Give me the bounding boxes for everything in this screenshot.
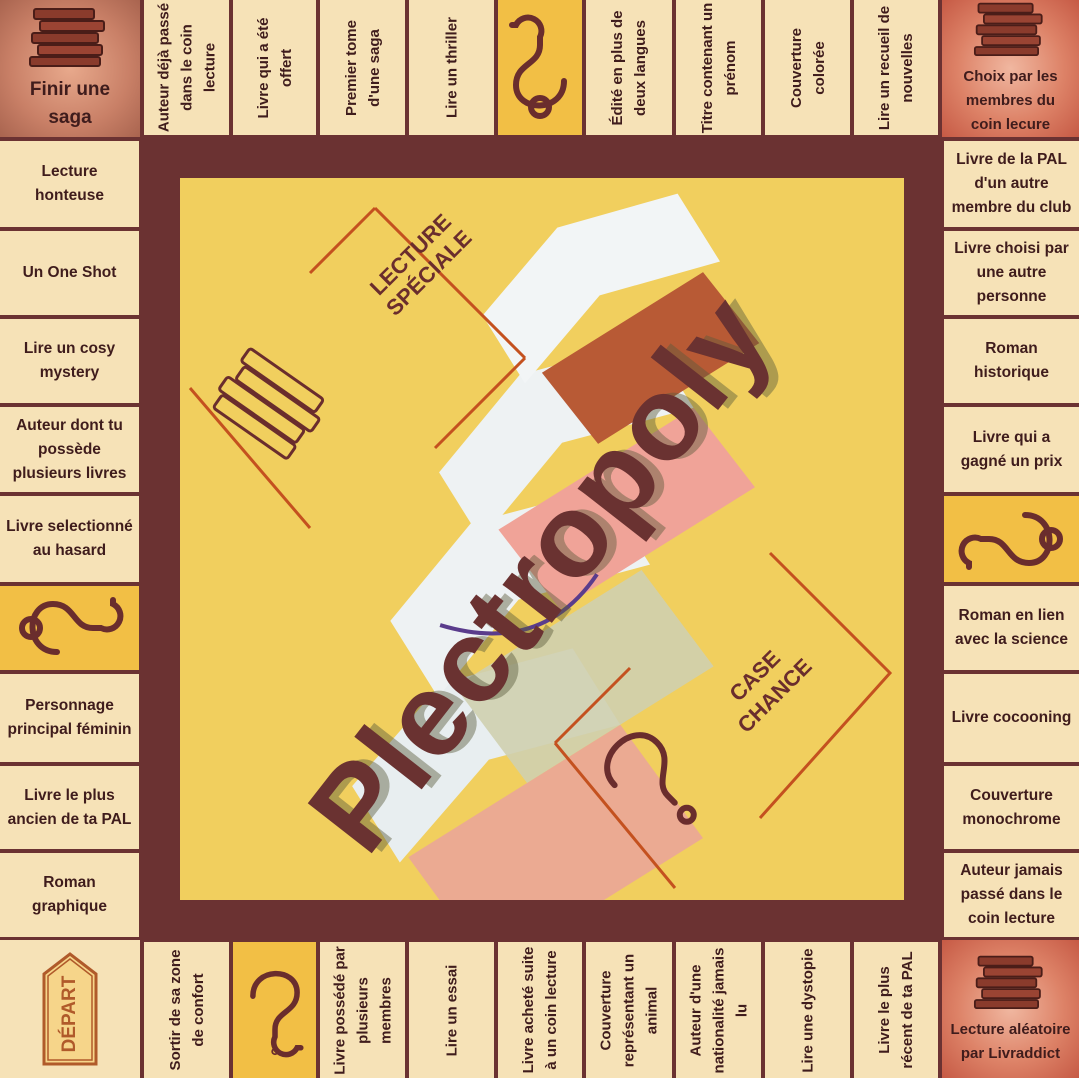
cell-label: Roman historique (974, 340, 1049, 381)
right-cell-7[interactable]: Livre cocooning (944, 674, 1079, 762)
cell-label: Auteur d'une nationalité jamais lu (687, 947, 750, 1073)
cell-label: Auteur déjà passé dans le coin lecture (155, 2, 218, 133)
cell-label: Livre qui a gagné un prix (960, 428, 1063, 470)
cell-label: Livre le plus ancien de ta PAL (7, 786, 132, 828)
question-mark-icon (958, 512, 1063, 570)
corner-random-livraddict[interactable]: Lecture aléatoire par Livraddict (942, 940, 1079, 1078)
top-cell-6[interactable]: Édité en plus de deux langues (586, 0, 672, 135)
corner-club-choice[interactable]: Choix par les membres du coin lecure (942, 0, 1079, 137)
right-cell-2[interactable]: Livre choisi par une autre personne (944, 231, 1079, 315)
cell-label: Auteur jamais passé dans le coin lecture (960, 862, 1063, 927)
top-cell-1[interactable]: Auteur déjà passé dans le coin lecture (144, 0, 229, 135)
cell-label: Livre possédé par plusieurs membres (331, 945, 394, 1075)
corner-label: Lecture aléatoire par Livraddict (950, 1020, 1071, 1062)
start-label: DÉPART (59, 975, 80, 1053)
books-stack-icon (28, 5, 112, 72)
right-cell-3[interactable]: Roman historique (944, 319, 1079, 403)
bottom-cell-8[interactable]: Lire une dystopie (765, 942, 850, 1078)
question-mark-icon (509, 14, 567, 119)
cell-label: Auteur dont tu possède plusieurs livres (12, 416, 127, 482)
right-cell-8[interactable]: Couverture monochrome (944, 766, 1079, 849)
question-mark-icon (18, 597, 123, 655)
top-chance-cell[interactable] (498, 0, 582, 135)
bottom-cell-7[interactable]: Auteur d'une nationalité jamais lu (676, 942, 761, 1078)
corner-start[interactable]: DÉPART (0, 940, 140, 1078)
left-chance-cell[interactable] (0, 586, 139, 670)
cell-label: Premier tome d'une saga (342, 19, 383, 116)
cell-label: Édité en plus de deux langues (609, 9, 649, 126)
cell-label: Lire une dystopie (799, 947, 816, 1073)
cell-label: Personnage principal féminin (7, 697, 132, 738)
cell-label: Roman en lien avec la science (955, 607, 1068, 648)
top-cell-7[interactable]: Titre contenant un prénom (676, 0, 761, 135)
cell-label: Un One Shot (22, 264, 117, 281)
left-cell-5[interactable]: Livre selectionné au hasard (0, 496, 139, 582)
left-cell-7[interactable]: Personnage principal féminin (0, 674, 139, 762)
cell-label: Lecture honteuse (35, 163, 104, 204)
bottom-cell-4[interactable]: Lire un essai (409, 942, 494, 1078)
question-mark-icon (249, 970, 304, 1058)
bottom-cell-5[interactable]: Livre acheté suite à un coin lecture (498, 942, 582, 1078)
right-cell-1[interactable]: Livre de la PAL d'un autre membre du clu… (944, 141, 1079, 227)
cell-label: Livre cocooning (951, 709, 1072, 726)
bottom-chance-cell[interactable] (233, 942, 316, 1078)
right-cell-9[interactable]: Auteur jamais passé dans le coin lecture (944, 853, 1079, 937)
books-stack-icon (973, 0, 1049, 61)
game-board: Finir une saga Choix par les membres du … (0, 0, 1079, 1078)
cell-label: Titre contenant un prénom (698, 2, 739, 133)
top-cell-9[interactable]: Lire un recueil de nouvelles (854, 0, 938, 135)
cell-label: Livre acheté suite à un coin lecture (520, 946, 560, 1074)
cell-label: Couverture monochrome (962, 786, 1061, 828)
left-cell-3[interactable]: Lire un cosy mystery (0, 319, 139, 403)
cell-label: Lire un cosy mystery (23, 340, 116, 381)
cell-label: Couverture colorée (787, 27, 828, 108)
top-cell-2[interactable]: Livre qui a été offert (233, 0, 316, 135)
top-cell-4[interactable]: Lire un thriller (409, 0, 494, 135)
cell-label: Livre selectionné au hasard (6, 518, 133, 559)
left-cell-8[interactable]: Livre le plus ancien de ta PAL (0, 766, 139, 849)
left-cell-4[interactable]: Auteur dont tu possède plusieurs livres (0, 407, 139, 492)
corner-label: Choix par les membres du coin lecure (963, 68, 1058, 133)
cell-label: Roman graphique (32, 874, 107, 915)
cell-label: Lire un essai (443, 964, 460, 1056)
top-cell-8[interactable]: Couverture colorée (765, 0, 850, 135)
left-cell-1[interactable]: Lecture honteuse (0, 141, 139, 227)
bottom-cell-9[interactable]: Livre le plus récent de ta PAL (854, 942, 938, 1078)
bottom-cell-3[interactable]: Livre possédé par plusieurs membres (320, 942, 405, 1078)
left-cell-9[interactable]: Roman graphique (0, 853, 139, 937)
corner-finish-saga[interactable]: Finir une saga (0, 0, 140, 137)
cell-label: Lire un thriller (443, 17, 460, 118)
right-cell-6[interactable]: Roman en lien avec la science (944, 586, 1079, 670)
books-stack-icon (973, 953, 1049, 1014)
right-cell-4[interactable]: Livre qui a gagné un prix (944, 407, 1079, 492)
corner-label: Finir une saga (29, 79, 111, 128)
right-chance-cell[interactable] (944, 496, 1079, 582)
cell-label: Livre le plus récent de ta PAL (876, 951, 916, 1069)
board-center: LECTURE SPÉCIALE CASE CHANCE Plectropoly (180, 178, 904, 900)
cell-label: Livre choisi par une autre personne (954, 240, 1069, 305)
start-tag: DÉPART (40, 950, 100, 1068)
cell-label: Lire un recueil de nouvelles (876, 5, 916, 130)
cell-label: Couverture représentant un animal (597, 953, 661, 1067)
bottom-cell-1[interactable]: Sortir de sa zone de confort (144, 942, 229, 1078)
bottom-cell-6[interactable]: Couverture représentant un animal (586, 942, 672, 1078)
left-cell-2[interactable]: Un One Shot (0, 231, 139, 315)
top-cell-3[interactable]: Premier tome d'une saga (320, 0, 405, 135)
cell-label: Sortir de sa zone de confort (166, 949, 207, 1071)
cell-label: Livre de la PAL d'un autre membre du clu… (951, 151, 1072, 216)
books-stack-icon (212, 347, 325, 460)
cell-label: Livre qui a été offert (254, 17, 295, 118)
